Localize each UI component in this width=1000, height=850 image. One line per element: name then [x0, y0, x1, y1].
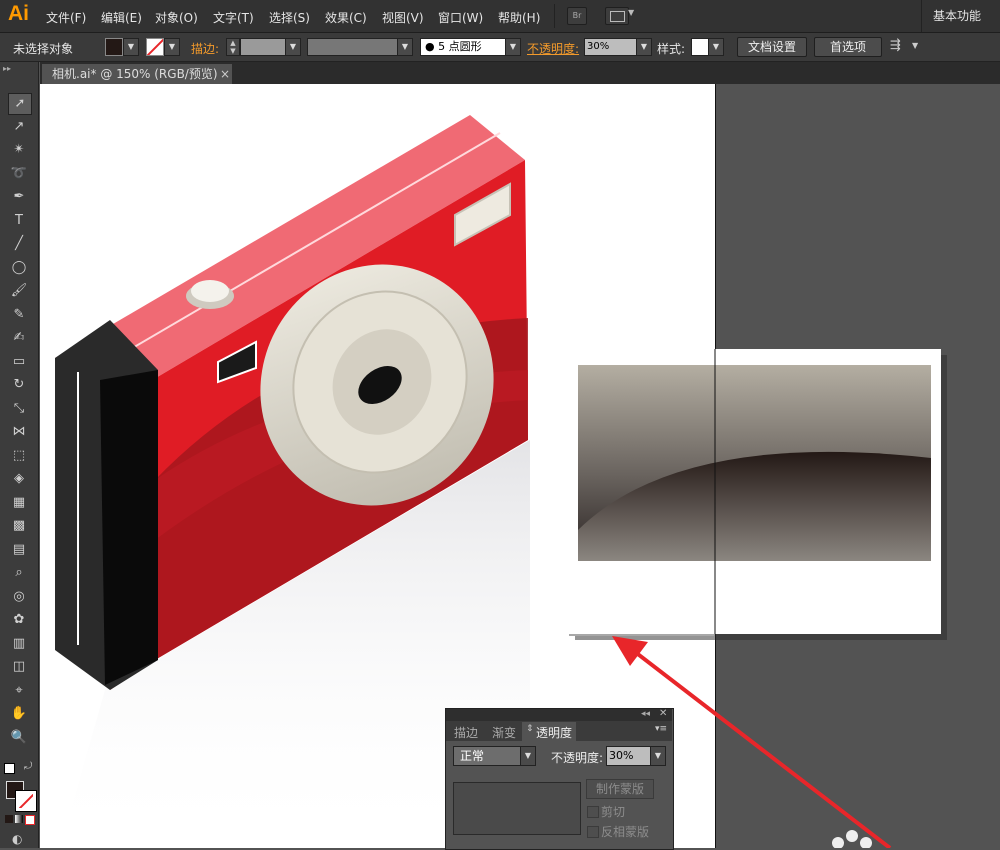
tab-stroke[interactable]: 描边 — [454, 724, 478, 741]
clip-label: 剪切 — [601, 805, 626, 819]
tab-gradient[interactable]: 渐变 — [492, 724, 516, 741]
clip-checkbox[interactable] — [587, 806, 599, 818]
panel-menu-icon[interactable]: ▾≡ — [655, 724, 667, 734]
panel-opacity-dropdown[interactable]: ▼ — [650, 746, 666, 766]
camera-grip-side — [100, 370, 158, 685]
invert-mask-label: 反相蒙版 — [601, 825, 650, 839]
close-panel-icon[interactable]: ✕ — [659, 708, 667, 719]
watermark-paw-icon — [832, 830, 872, 848]
shutter-button — [191, 280, 229, 302]
mask-thumbnail[interactable] — [453, 782, 581, 835]
panel-header[interactable] — [446, 709, 672, 721]
panel-opacity-label: 不透明度: — [551, 751, 604, 765]
blend-mode-select[interactable]: 正常 — [453, 746, 527, 766]
panel-opacity-field[interactable]: 30% — [606, 746, 652, 766]
annotation-arrow-head — [612, 636, 648, 666]
tab-transparency[interactable]: 透明度 — [536, 724, 572, 741]
tab-toggle-icon[interactable]: ⇕ — [526, 724, 534, 734]
collapse-panel-icon[interactable]: ◂◂ — [641, 709, 650, 719]
blend-mode-dropdown[interactable]: ▼ — [520, 746, 536, 766]
invert-mask-checkbox[interactable] — [587, 826, 599, 838]
make-mask-button[interactable]: 制作蒙版 — [586, 779, 654, 799]
